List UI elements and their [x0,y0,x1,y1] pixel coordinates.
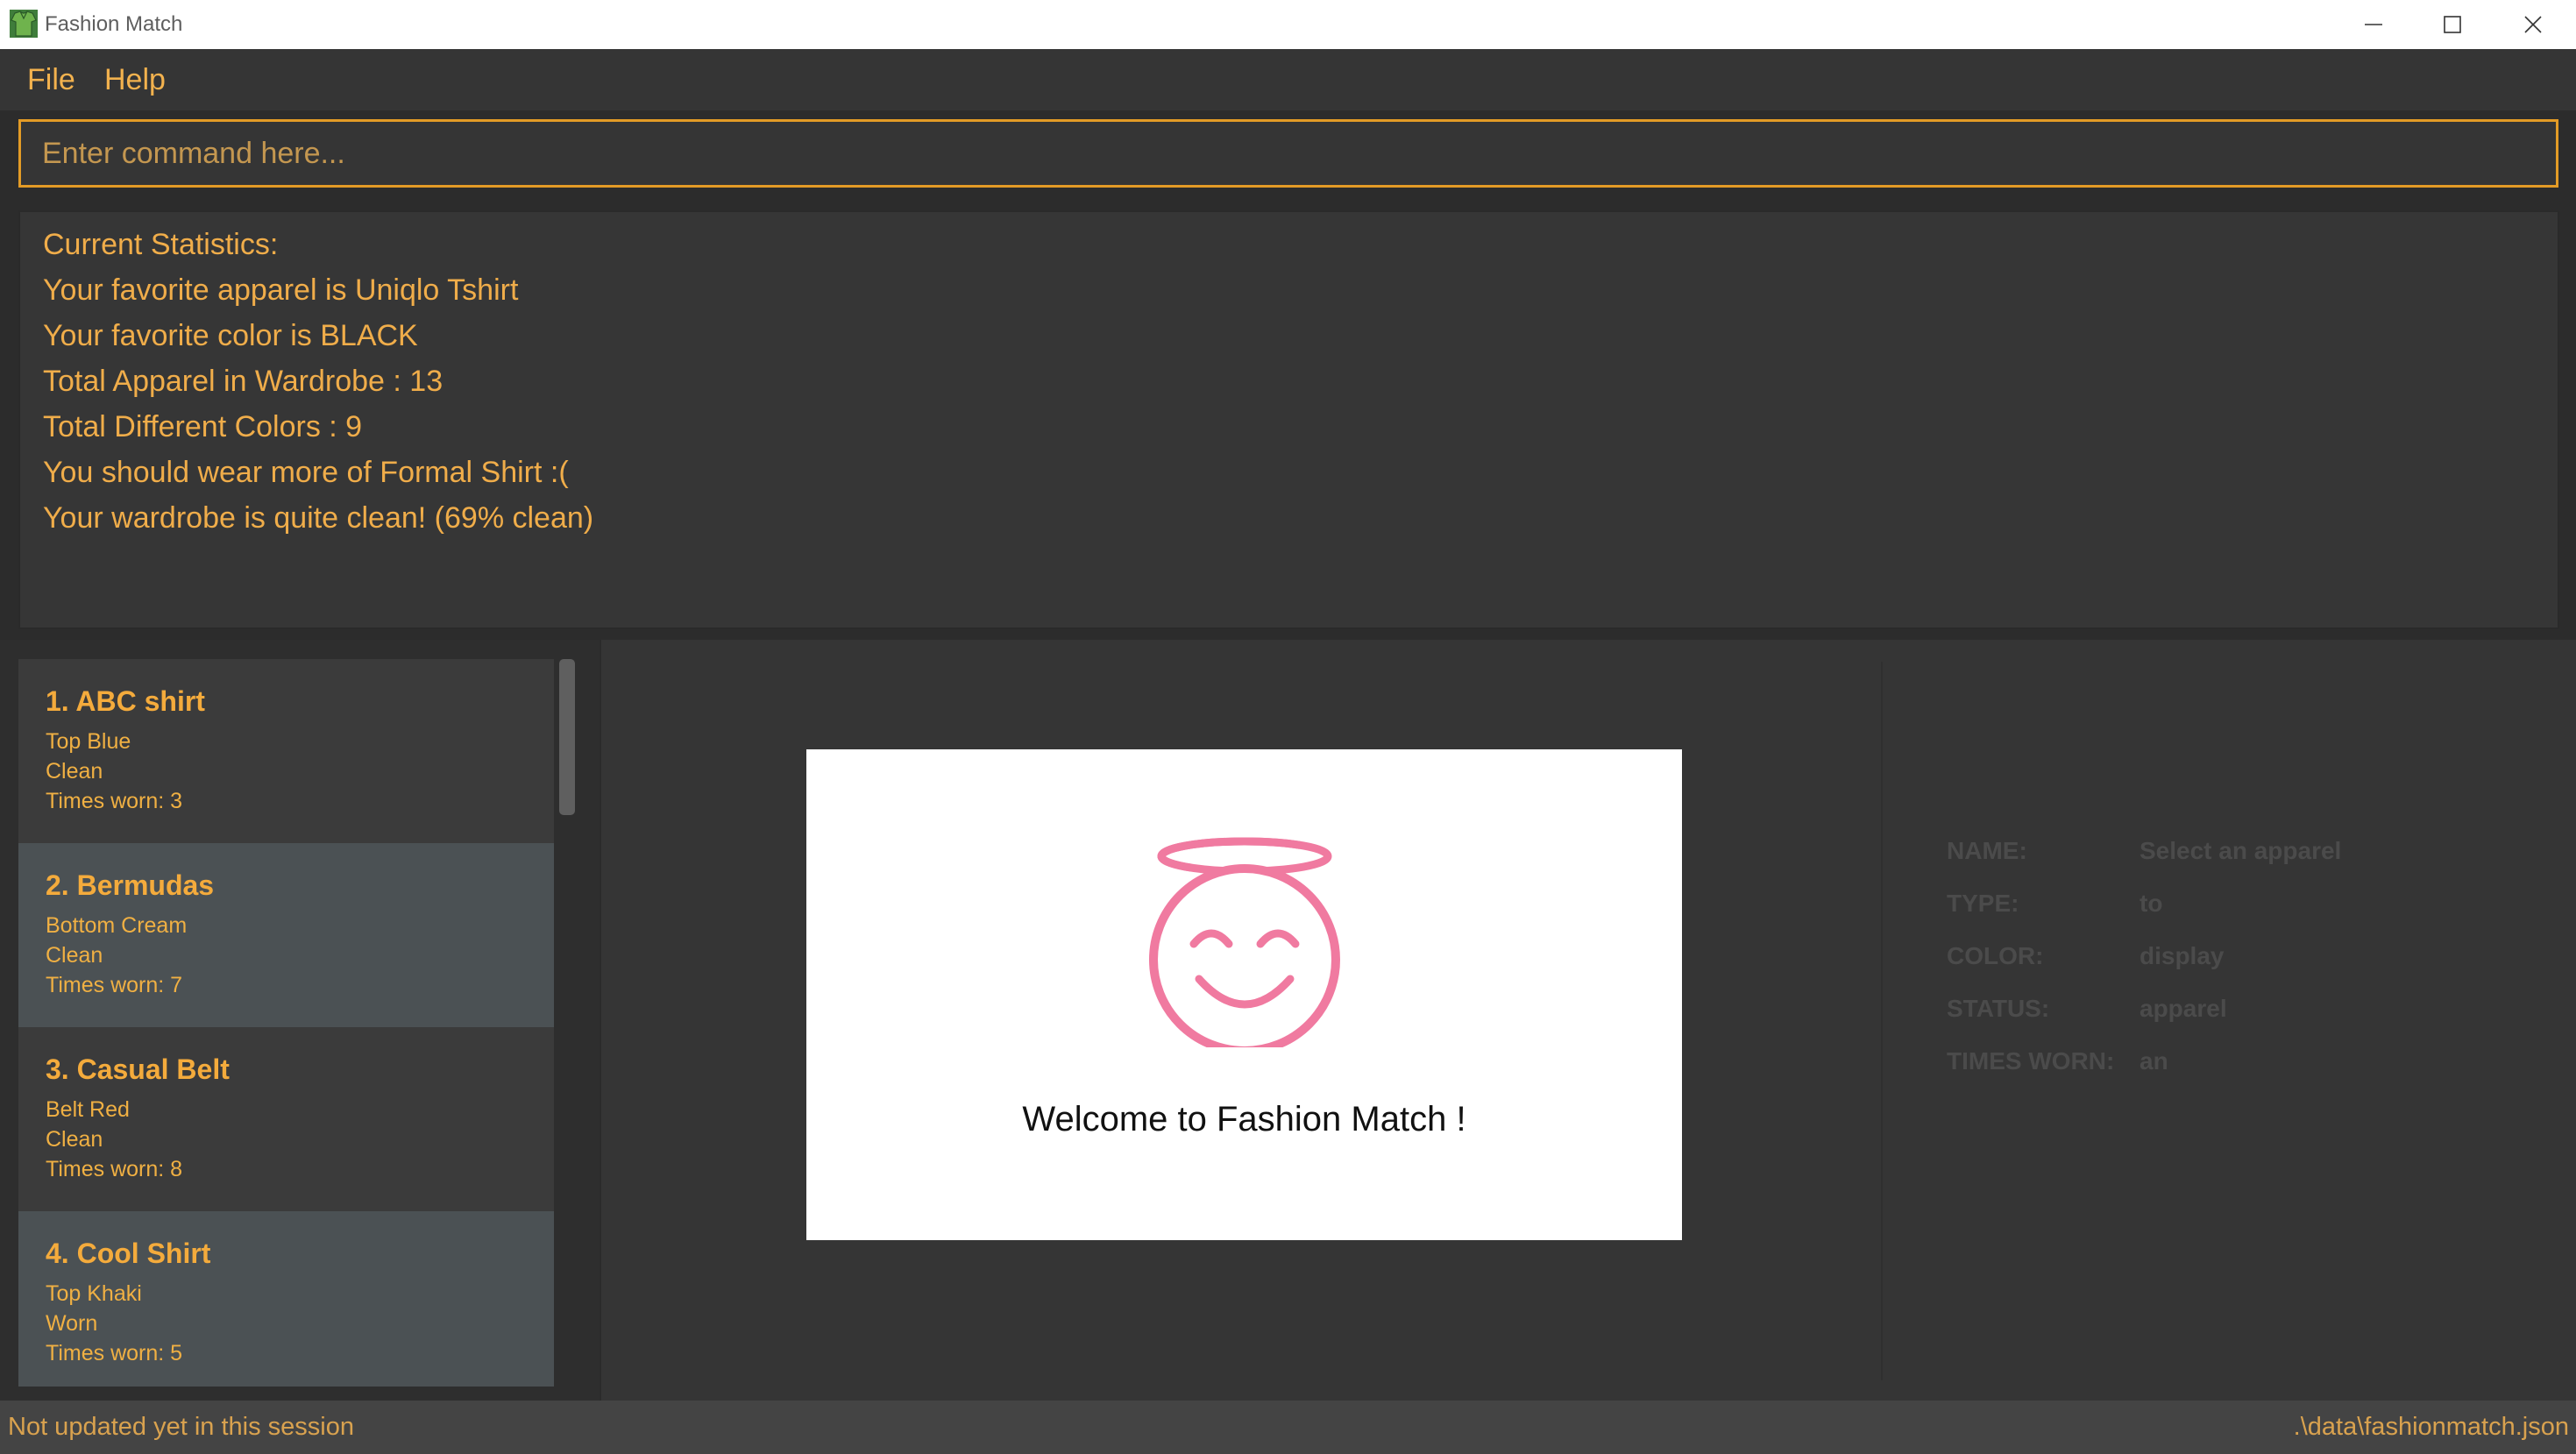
apparel-type-color: Top Khaki [46,1281,142,1306]
apparel-list-panel[interactable]: 1. ABC shirt Top Blue Clean Times worn: … [0,640,600,1401]
result-line: Total Different Colors : 9 [43,410,363,443]
result-line: Your wardrobe is quite clean! (69% clean… [43,501,594,535]
detail-value-color: display [2140,942,2225,969]
apparel-status: Clean [46,943,103,968]
list-scrollbar[interactable] [559,650,575,1392]
minimize-icon [2365,24,2382,25]
detail-value-name: Select an apparel [2140,837,2342,864]
save-location: .\data\fashionmatch.json [2293,1413,2569,1441]
window-title: Fashion Match [45,12,183,36]
detail-label-color: COLOR: [1947,942,2044,969]
command-box-area [0,110,2576,202]
menu-file[interactable]: File [27,49,75,110]
result-line: Your favorite apparel is Uniqlo Tshirt [43,273,519,307]
apparel-card-3[interactable]: 3. Casual Belt Belt Red Clean Times worn… [18,1027,554,1211]
detail-label-type: TYPE: [1947,890,2019,917]
pane-divider[interactable] [600,640,601,1401]
apparel-type-color: Bottom Cream [46,913,188,938]
app-shirt-icon [10,10,38,38]
apparel-type-color: Top Blue [46,729,131,754]
window-titlebar: Fashion Match [0,0,2576,49]
maximize-icon [2444,16,2461,33]
apparel-title: 3. Casual Belt [46,1053,230,1085]
apparel-times-worn: Times worn: 3 [46,789,183,813]
detail-value-type: to [2140,890,2163,917]
pane-divider[interactable] [1881,662,1883,1380]
apparel-type-color: Belt Red [46,1097,130,1122]
apparel-status: Worn [46,1311,98,1336]
smiling-angel-face-icon [1149,837,1340,1047]
close-icon [2524,16,2542,33]
apparel-times-worn: Times worn: 5 [46,1341,183,1365]
apparel-title: 4. Cool Shirt [46,1238,211,1269]
result-line: You should wear more of Formal Shirt :( [43,456,569,489]
apparel-card-4[interactable]: 4. Cool Shirt Top Khaki Worn Times worn:… [18,1211,554,1387]
apparel-status: Clean [46,1127,103,1152]
apparel-title: 1. ABC shirt [46,685,205,717]
apparel-card-2[interactable]: 2. Bermudas Bottom Cream Clean Times wor… [18,843,554,1027]
apparel-title: 2. Bermudas [46,869,215,901]
apparel-times-worn: Times worn: 7 [46,973,183,997]
menu-bar: File Help [0,49,2576,110]
status-bar: Not updated yet in this session .\data\f… [0,1401,2576,1454]
result-line: Your favorite color is BLACK [43,319,418,352]
list-scrollbar-thumb[interactable] [559,659,575,815]
result-line: Current Statistics: [43,228,279,261]
detail-label-name: NAME: [1947,837,2027,864]
sync-status: Not updated yet in this session [8,1413,354,1441]
apparel-status: Clean [46,759,103,784]
detail-value-status: apparel [2140,995,2227,1022]
maximize-button[interactable] [2413,0,2492,49]
welcome-card: Welcome to Fashion Match ! [806,749,1682,1240]
welcome-message: Welcome to Fashion Match ! [1022,1100,1466,1138]
apparel-times-worn: Times worn: 8 [46,1157,183,1181]
apparel-card-1[interactable]: 1. ABC shirt Top Blue Clean Times worn: … [18,659,554,843]
result-display-area: Current Statistics: Your favorite appare… [0,202,2576,640]
detail-label-status: STATUS: [1947,995,2050,1022]
command-input[interactable] [18,119,2558,188]
menu-help[interactable]: Help [104,49,166,110]
detail-label-times-worn: TIMES WORN: [1947,1047,2115,1075]
result-line: Total Apparel in Wardrobe : 13 [43,365,444,398]
detail-value-times-worn: an [2140,1047,2168,1075]
minimize-button[interactable] [2334,0,2413,49]
result-display: Current Statistics: Your favorite appare… [18,210,2559,629]
close-button[interactable] [2494,0,2572,49]
